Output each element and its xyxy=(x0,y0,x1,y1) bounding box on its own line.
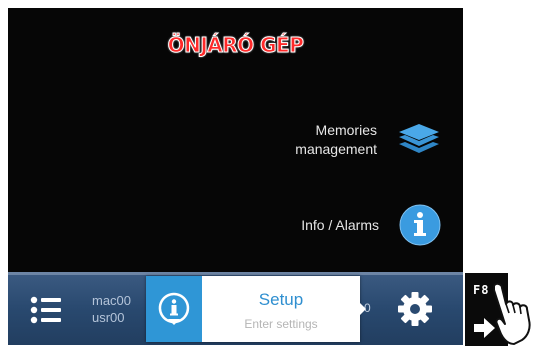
screen-title: ÖNJÁRÓ GÉP xyxy=(167,33,304,58)
gear-icon[interactable] xyxy=(396,290,434,328)
setup-button[interactable]: Setup Enter settings xyxy=(146,276,360,342)
memories-label: Memories management xyxy=(295,122,377,157)
f8-label: F8 xyxy=(473,283,490,297)
setup-subtitle: Enter settings xyxy=(244,317,318,331)
user-info: mac00 usr00 xyxy=(92,292,131,326)
list-icon[interactable] xyxy=(28,292,64,328)
info-alarms-label: Info / Alarms xyxy=(301,216,379,233)
setup-title: Setup xyxy=(258,290,304,309)
layers-icon xyxy=(399,124,439,153)
pointing-hand-icon xyxy=(493,282,531,345)
machine-id: mac00 xyxy=(92,293,132,308)
device-screen: ÖNJÁRÓ GÉP Memories management Info / Al… xyxy=(8,8,463,345)
menu-item-info-alarms[interactable]: Info / Alarms xyxy=(301,204,441,246)
user-id: usr00 xyxy=(92,310,125,325)
bottom-bar: mac00 usr00 0 Setup Enter settings xyxy=(8,272,463,345)
info-icon xyxy=(399,204,441,246)
setup-pointer xyxy=(360,303,366,315)
menu-item-memories[interactable]: Memories management xyxy=(295,120,441,160)
setup-icon-box xyxy=(146,276,202,342)
info-bubble-icon xyxy=(158,292,190,325)
